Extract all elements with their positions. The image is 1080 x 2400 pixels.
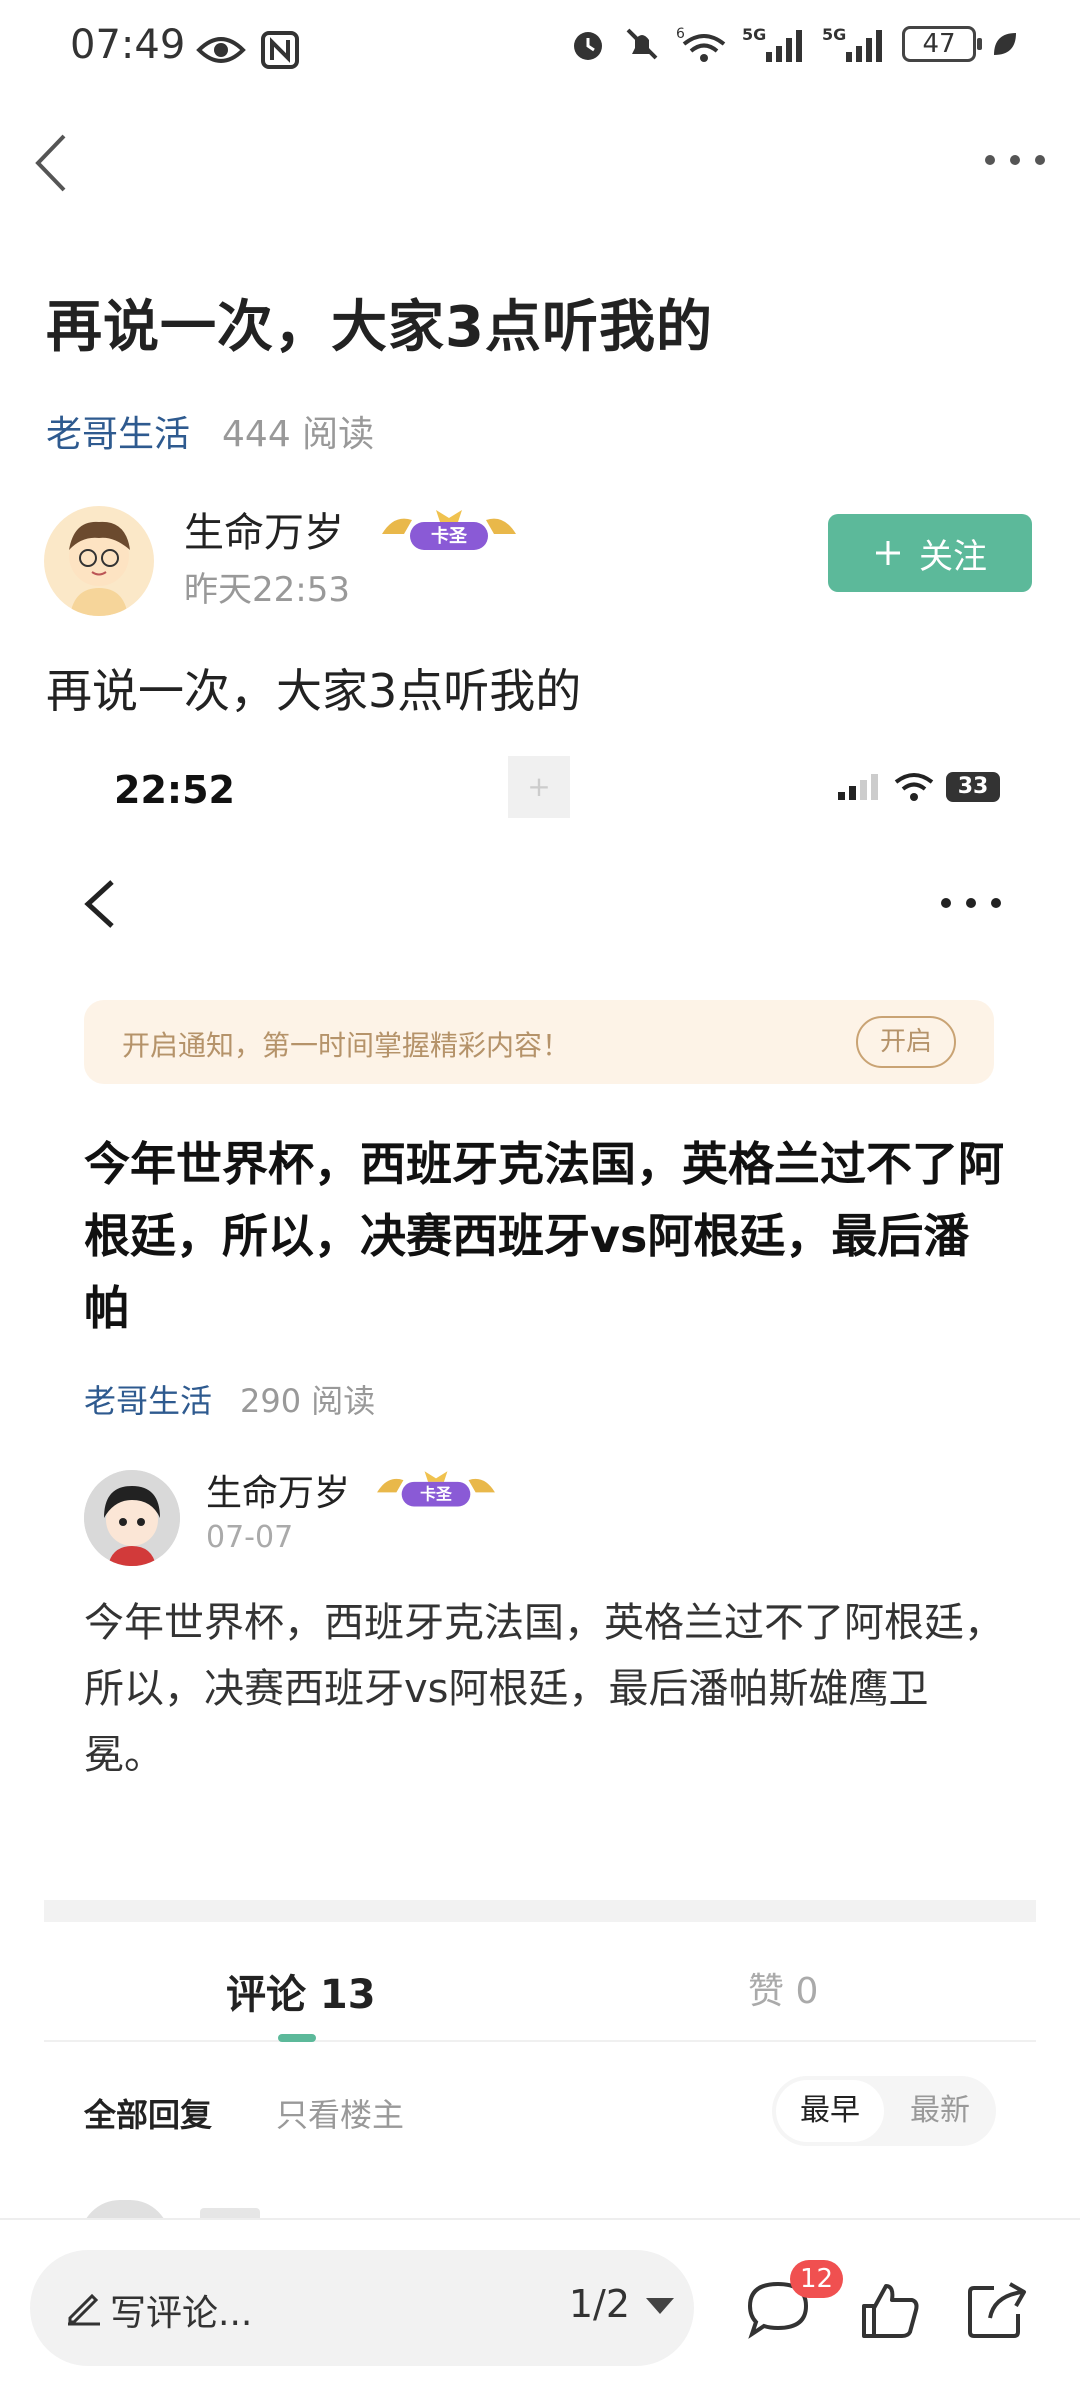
- embed-back-icon: [84, 880, 114, 928]
- svg-text:6: 6: [676, 26, 685, 42]
- embed-post-time: 07-07: [206, 1520, 294, 1555]
- embed-more-dots-icon: [941, 898, 1001, 908]
- filter-owner-only[interactable]: 只看楼主: [276, 2090, 404, 2136]
- follow-label: 关注: [919, 536, 987, 577]
- embed-post-meta: 老哥生活 290 阅读: [84, 1376, 375, 1422]
- embed-badge-crown-icon: 卡圣: [377, 1471, 495, 1507]
- embed-post-body: 今年世界杯，西班牙克法国，英格兰过不了阿根廷，所以，决赛西班牙vs阿根廷，最后潘…: [84, 1600, 1004, 1778]
- notification-text: 开启通知，第一时间掌握精彩内容！: [122, 1029, 571, 1062]
- embedded-screenshot[interactable]: 22:52 + 33 开启通知，第一时间掌握精彩内容！ 开启 今年世界杯，西班牙…: [40, 740, 1040, 1900]
- alarm-icon: [574, 32, 602, 60]
- tab-comments[interactable]: 评论 13: [226, 1962, 376, 2020]
- embed-battery: 33: [946, 772, 1000, 802]
- share-icon[interactable]: [964, 2278, 1032, 2342]
- plus-icon: [876, 541, 900, 565]
- embed-author-row: 生命万岁 卡圣 07-07: [84, 1460, 984, 1570]
- more-dots-icon[interactable]: [980, 140, 1050, 180]
- top-nav: [0, 110, 1080, 210]
- caret-down-icon[interactable]: [646, 2298, 674, 2314]
- eye-icon: [196, 37, 246, 63]
- channel-link[interactable]: 老哥生活: [46, 405, 190, 457]
- leaf-icon: [994, 33, 1016, 55]
- embed-post-title: 今年世界杯，西班牙克法国，英格兰过不了阿根廷，所以，决赛西班牙vs阿根廷，最后潘…: [84, 1137, 1004, 1335]
- embed-author-name: 生命万岁: [206, 1473, 351, 1514]
- embed-channel: 老哥生活: [84, 1382, 213, 1420]
- badge-crown-icon: 卡圣: [382, 510, 516, 550]
- read-count: 444 阅读: [222, 414, 375, 455]
- embed-badge-label: 卡圣: [420, 1484, 452, 1503]
- sort-newest[interactable]: 最新: [890, 2080, 990, 2142]
- thumbs-up-icon[interactable]: [856, 2278, 924, 2342]
- write-comment-input[interactable]: 写评论... 1/2: [30, 2250, 694, 2366]
- filter-all-replies[interactable]: 全部回复: [84, 2090, 212, 2136]
- author-name[interactable]: 生命万岁: [184, 500, 344, 558]
- tab-likes[interactable]: 赞 0: [748, 1962, 818, 2014]
- embed-plus-icon: +: [508, 756, 570, 818]
- page-indicator[interactable]: 1/2: [569, 2282, 630, 2326]
- active-tab-indicator: [278, 2034, 316, 2042]
- battery-indicator: 47: [902, 26, 982, 62]
- post-body: 再说一次，大家3点听我的: [46, 664, 582, 718]
- post-title: 再说一次，大家3点听我的: [46, 295, 713, 360]
- pen-icon: [68, 2293, 100, 2326]
- mute-bell-icon: [626, 28, 658, 60]
- signal-5g-icon-2: 5G: [822, 25, 882, 62]
- nfc-icon: [261, 31, 299, 69]
- comment-placeholder: 写评论...: [110, 2293, 253, 2334]
- status-bar: 07:49 6 5G 5G 47: [0, 0, 1080, 100]
- embed-read-count: 290 阅读: [240, 1382, 376, 1420]
- embed-wifi-icon: [894, 773, 934, 801]
- signal-5g-icon: 5G: [742, 25, 802, 62]
- back-icon[interactable]: [24, 128, 84, 198]
- follow-button[interactable]: 关注: [828, 514, 1032, 592]
- embed-signal-icon: [838, 774, 878, 800]
- author-row: 生命万岁 卡圣 昨天22:53 关注: [44, 500, 1044, 620]
- avatar[interactable]: [44, 506, 154, 616]
- embed-status-icons: 33: [838, 772, 1000, 802]
- section-divider: [44, 1900, 1036, 1922]
- bottom-bar: 写评论... 1/2 12: [0, 2218, 1080, 2400]
- enable-notification-button: 开启: [856, 1016, 956, 1068]
- badge-label: 卡圣: [431, 525, 468, 547]
- embed-status-time: 22:52: [114, 768, 235, 812]
- comment-count-badge: 12: [790, 2260, 844, 2298]
- embed-avatar: [84, 1470, 180, 1566]
- sort-toggle: 最早 最新: [772, 2076, 996, 2146]
- wifi-icon: 6: [676, 26, 726, 62]
- post-time: 昨天22:53: [184, 570, 350, 610]
- sort-earliest[interactable]: 最早: [776, 2080, 884, 2142]
- post-meta: 老哥生活 444 阅读: [46, 405, 374, 457]
- comment-tabs: 评论 13 赞 0: [44, 1922, 1036, 2042]
- notification-banner: 开启通知，第一时间掌握精彩内容！ 开启: [84, 1000, 994, 1084]
- svg-text:5G: 5G: [822, 25, 846, 44]
- svg-text:5G: 5G: [742, 25, 766, 44]
- status-time: 07:49: [70, 22, 186, 68]
- comment-filter: 全部回复 只看楼主 最早 最新: [44, 2076, 1036, 2146]
